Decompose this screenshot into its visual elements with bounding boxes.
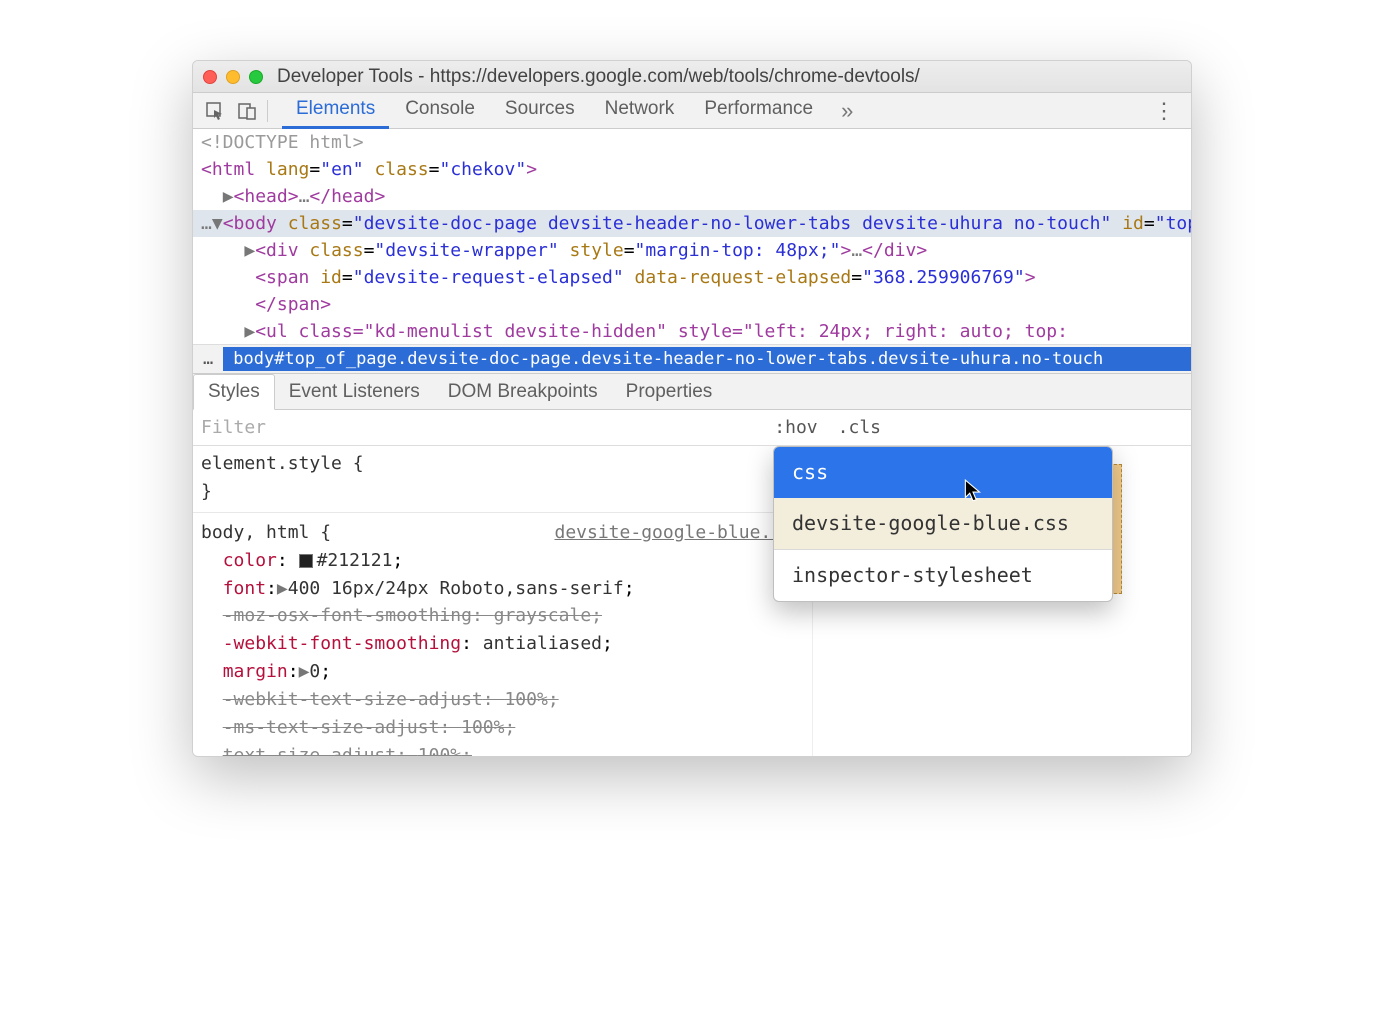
tab-performance[interactable]: Performance	[690, 92, 827, 129]
tabs-overflow-icon[interactable]: »	[833, 94, 861, 128]
menu-icon[interactable]: ⋮	[1143, 94, 1185, 128]
styles-rules[interactable]: element.style { } devsite-google-blue.cs…	[193, 446, 812, 756]
subtab-styles[interactable]: Styles	[193, 374, 275, 410]
cls-toggle[interactable]: .cls	[828, 417, 891, 438]
separator	[267, 100, 268, 122]
styles-body: element.style { } devsite-google-blue.cs…	[193, 446, 1191, 756]
hov-toggle[interactable]: :hov	[764, 417, 827, 438]
stylesheet-dropdown: css devsite-google-blue.css inspector-st…	[773, 446, 1113, 602]
element-style-rule[interactable]: element.style { }	[201, 450, 804, 506]
minimize-icon[interactable]	[226, 70, 240, 84]
tab-elements[interactable]: Elements	[282, 92, 389, 129]
breadcrumb-selected[interactable]: body#top_of_page.devsite-doc-page.devsit…	[223, 347, 1191, 371]
head-node[interactable]: ▶<head>…</head>	[193, 183, 1191, 210]
span-close[interactable]: </span>	[193, 291, 1191, 318]
stylesheet-link[interactable]: devsite-google-blue.css	[555, 519, 804, 547]
doctype: <!DOCTYPE html>	[201, 132, 364, 153]
subtab-dom-breakpoints[interactable]: DOM Breakpoints	[434, 374, 612, 409]
span-node[interactable]: <span id="devsite-request-elapsed" data-…	[193, 264, 1191, 291]
tab-console[interactable]: Console	[391, 92, 489, 129]
dom-tree[interactable]: <!DOCTYPE html> <html lang="en" class="c…	[193, 129, 1191, 344]
device-toggle-icon[interactable]	[231, 97, 263, 125]
body-node-selected[interactable]: …▼<body class="devsite-doc-page devsite-…	[193, 210, 1191, 237]
tab-network[interactable]: Network	[591, 92, 689, 129]
subtab-event-listeners[interactable]: Event Listeners	[275, 374, 434, 409]
styles-subtabs: Styles Event Listeners DOM Breakpoints P…	[193, 374, 1191, 410]
titlebar: Developer Tools - https://developers.goo…	[193, 61, 1191, 93]
tab-sources[interactable]: Sources	[491, 92, 589, 129]
devtools-window: Developer Tools - https://developers.goo…	[192, 60, 1192, 757]
color-swatch[interactable]	[299, 554, 313, 568]
body-html-rule[interactable]: devsite-google-blue.css body, html { col…	[201, 519, 804, 756]
styles-filterbar: :hov .cls	[193, 410, 1191, 446]
devtools-toolbar: Elements Console Sources Network Perform…	[193, 93, 1191, 129]
window-title: Developer Tools - https://developers.goo…	[277, 66, 920, 88]
main-tabs: Elements Console Sources Network Perform…	[282, 92, 827, 129]
subtab-properties[interactable]: Properties	[612, 374, 727, 409]
dropdown-item-inspector[interactable]: inspector-stylesheet	[774, 550, 1112, 601]
inspect-element-icon[interactable]	[199, 97, 231, 125]
html-node[interactable]: <html lang="en" class="chekov">	[193, 156, 1191, 183]
traffic-lights	[203, 70, 263, 84]
dropdown-item-css[interactable]: css	[774, 447, 1112, 498]
breadcrumb[interactable]: … body#top_of_page.devsite-doc-page.devs…	[193, 344, 1191, 374]
zoom-icon[interactable]	[249, 70, 263, 84]
dropdown-item-devsite[interactable]: devsite-google-blue.css	[774, 498, 1112, 549]
breadcrumb-ellipsis[interactable]: …	[193, 349, 223, 369]
styles-filter-input[interactable]	[193, 417, 764, 438]
ul-partial[interactable]: ▶<ul class="kd-menulist devsite-hidden" …	[193, 318, 1191, 344]
close-icon[interactable]	[203, 70, 217, 84]
div-node[interactable]: ▶<div class="devsite-wrapper" style="mar…	[193, 237, 1191, 264]
